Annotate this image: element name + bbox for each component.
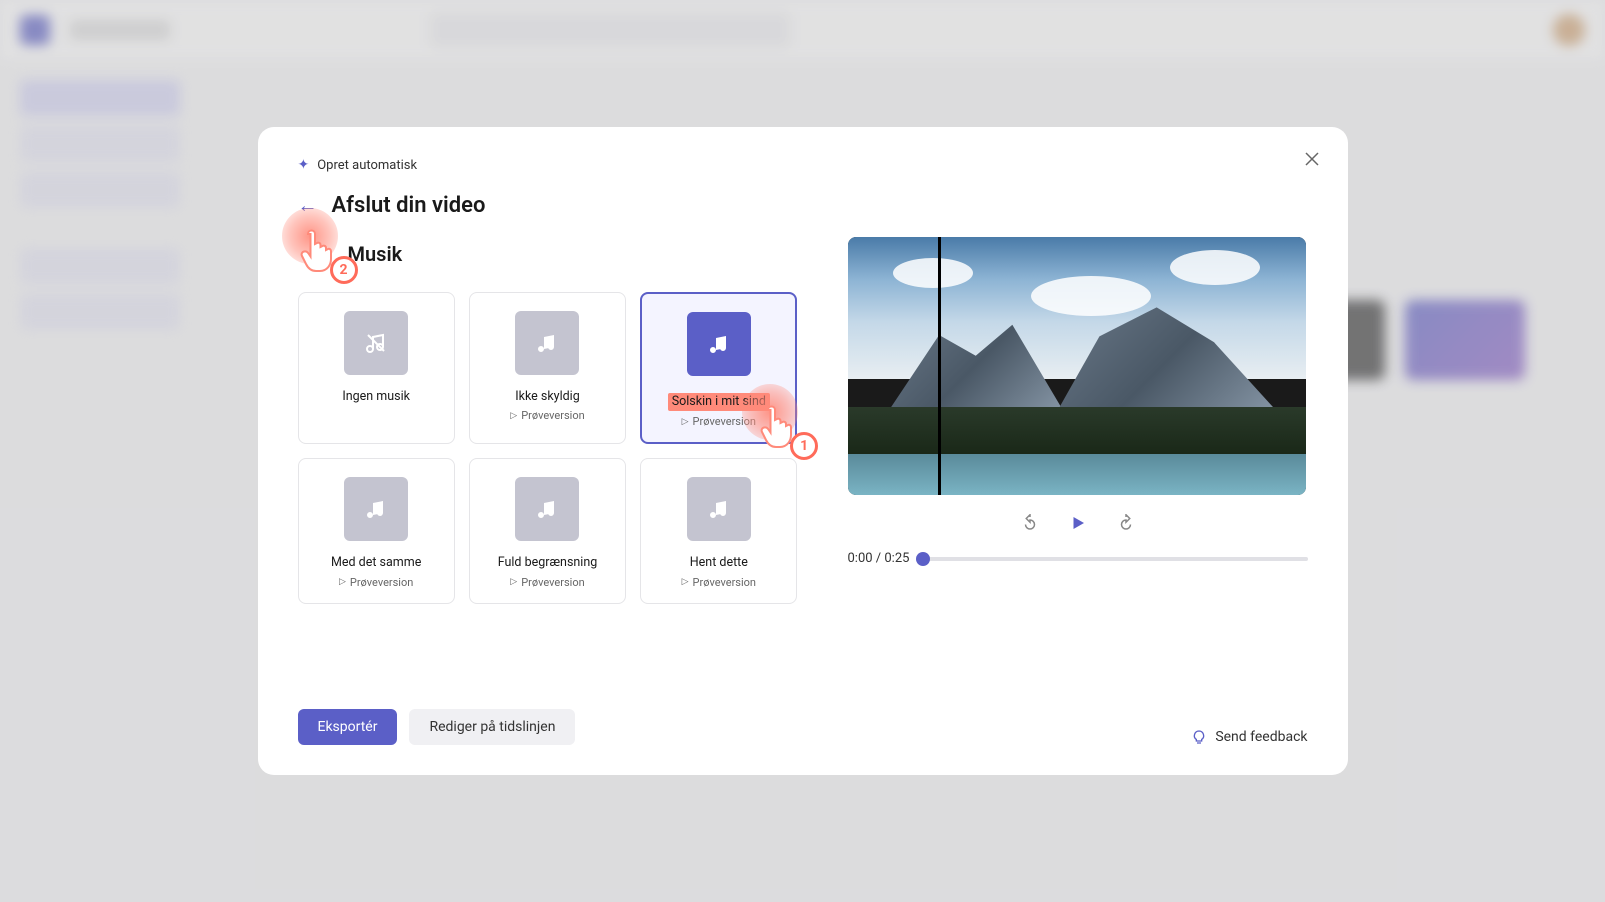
modal-overlay: ✦ Opret automatisk ← Afslut din video Mu…: [0, 0, 1605, 902]
music-sub: Prøveversion: [682, 576, 756, 589]
play-button[interactable]: [1064, 509, 1092, 537]
breadcrumb: ✦ Opret automatisk: [298, 157, 798, 173]
music-sub: Prøveversion: [339, 576, 413, 589]
music-grid: Ingen musik Ikke skyldig Prøveversion So…: [298, 292, 798, 604]
left-column: ✦ Opret automatisk ← Afslut din video Mu…: [298, 157, 798, 745]
timeline-thumb[interactable]: [916, 552, 930, 566]
music-icon: [687, 312, 751, 376]
timeline-track[interactable]: [923, 557, 1307, 561]
edit-timeline-button[interactable]: Rediger på tidslinjen: [409, 709, 575, 745]
music-sub: Prøveversion: [510, 409, 584, 422]
no-music-icon: [344, 311, 408, 375]
timeline-row: 0:00 / 0:25: [848, 551, 1308, 566]
music-card[interactable]: Med det samme Prøveversion: [298, 458, 455, 603]
music-label: Solskin i mit sind: [668, 390, 770, 411]
breadcrumb-label: Opret automatisk: [317, 158, 417, 173]
music-sub: Prøveversion: [682, 415, 756, 428]
music-card[interactable]: Ikke skyldig Prøveversion: [469, 292, 626, 444]
music-label: Ikke skyldig: [515, 389, 580, 405]
page-title: Afslut din video: [332, 193, 486, 218]
right-column: 0:00 / 0:25: [848, 157, 1308, 745]
music-card-none[interactable]: Ingen musik: [298, 292, 455, 444]
music-card[interactable]: Hent dette Prøveversion: [640, 458, 797, 603]
player-controls: [848, 509, 1308, 537]
music-label: Ingen musik: [342, 389, 410, 405]
sparkle-icon: ✦: [298, 157, 310, 173]
back-arrow-icon[interactable]: ←: [298, 193, 318, 218]
feedback-button[interactable]: Send feedback: [1191, 729, 1307, 745]
section-row: Musik 2: [298, 236, 798, 272]
feedback-label: Send feedback: [1215, 729, 1307, 745]
music-label: Fuld begrænsning: [498, 555, 598, 571]
video-preview[interactable]: [848, 237, 1306, 495]
music-icon: [515, 477, 579, 541]
music-card-selected[interactable]: Solskin i mit sind Prøveversion 1: [640, 292, 797, 444]
section-title: Musik: [348, 242, 403, 266]
music-label: Hent dette: [690, 555, 748, 571]
rewind-button[interactable]: [1016, 509, 1044, 537]
music-icon: [687, 477, 751, 541]
music-sub: Prøveversion: [510, 576, 584, 589]
forward-button[interactable]: [1112, 509, 1140, 537]
music-icon: [344, 477, 408, 541]
title-row: ← Afslut din video: [298, 193, 798, 218]
section-back-button[interactable]: [298, 236, 334, 272]
music-label: Med det samme: [331, 555, 421, 571]
close-button[interactable]: [1300, 147, 1324, 171]
music-card[interactable]: Fuld begrænsning Prøveversion: [469, 458, 626, 603]
time-label: 0:00 / 0:25: [848, 551, 910, 566]
export-button[interactable]: Eksportér: [298, 709, 398, 745]
action-row: Eksportér Rediger på tidslinjen: [298, 709, 798, 745]
modal: ✦ Opret automatisk ← Afslut din video Mu…: [258, 127, 1348, 775]
pointer-badge-1: 1: [790, 432, 818, 460]
music-icon: [515, 311, 579, 375]
